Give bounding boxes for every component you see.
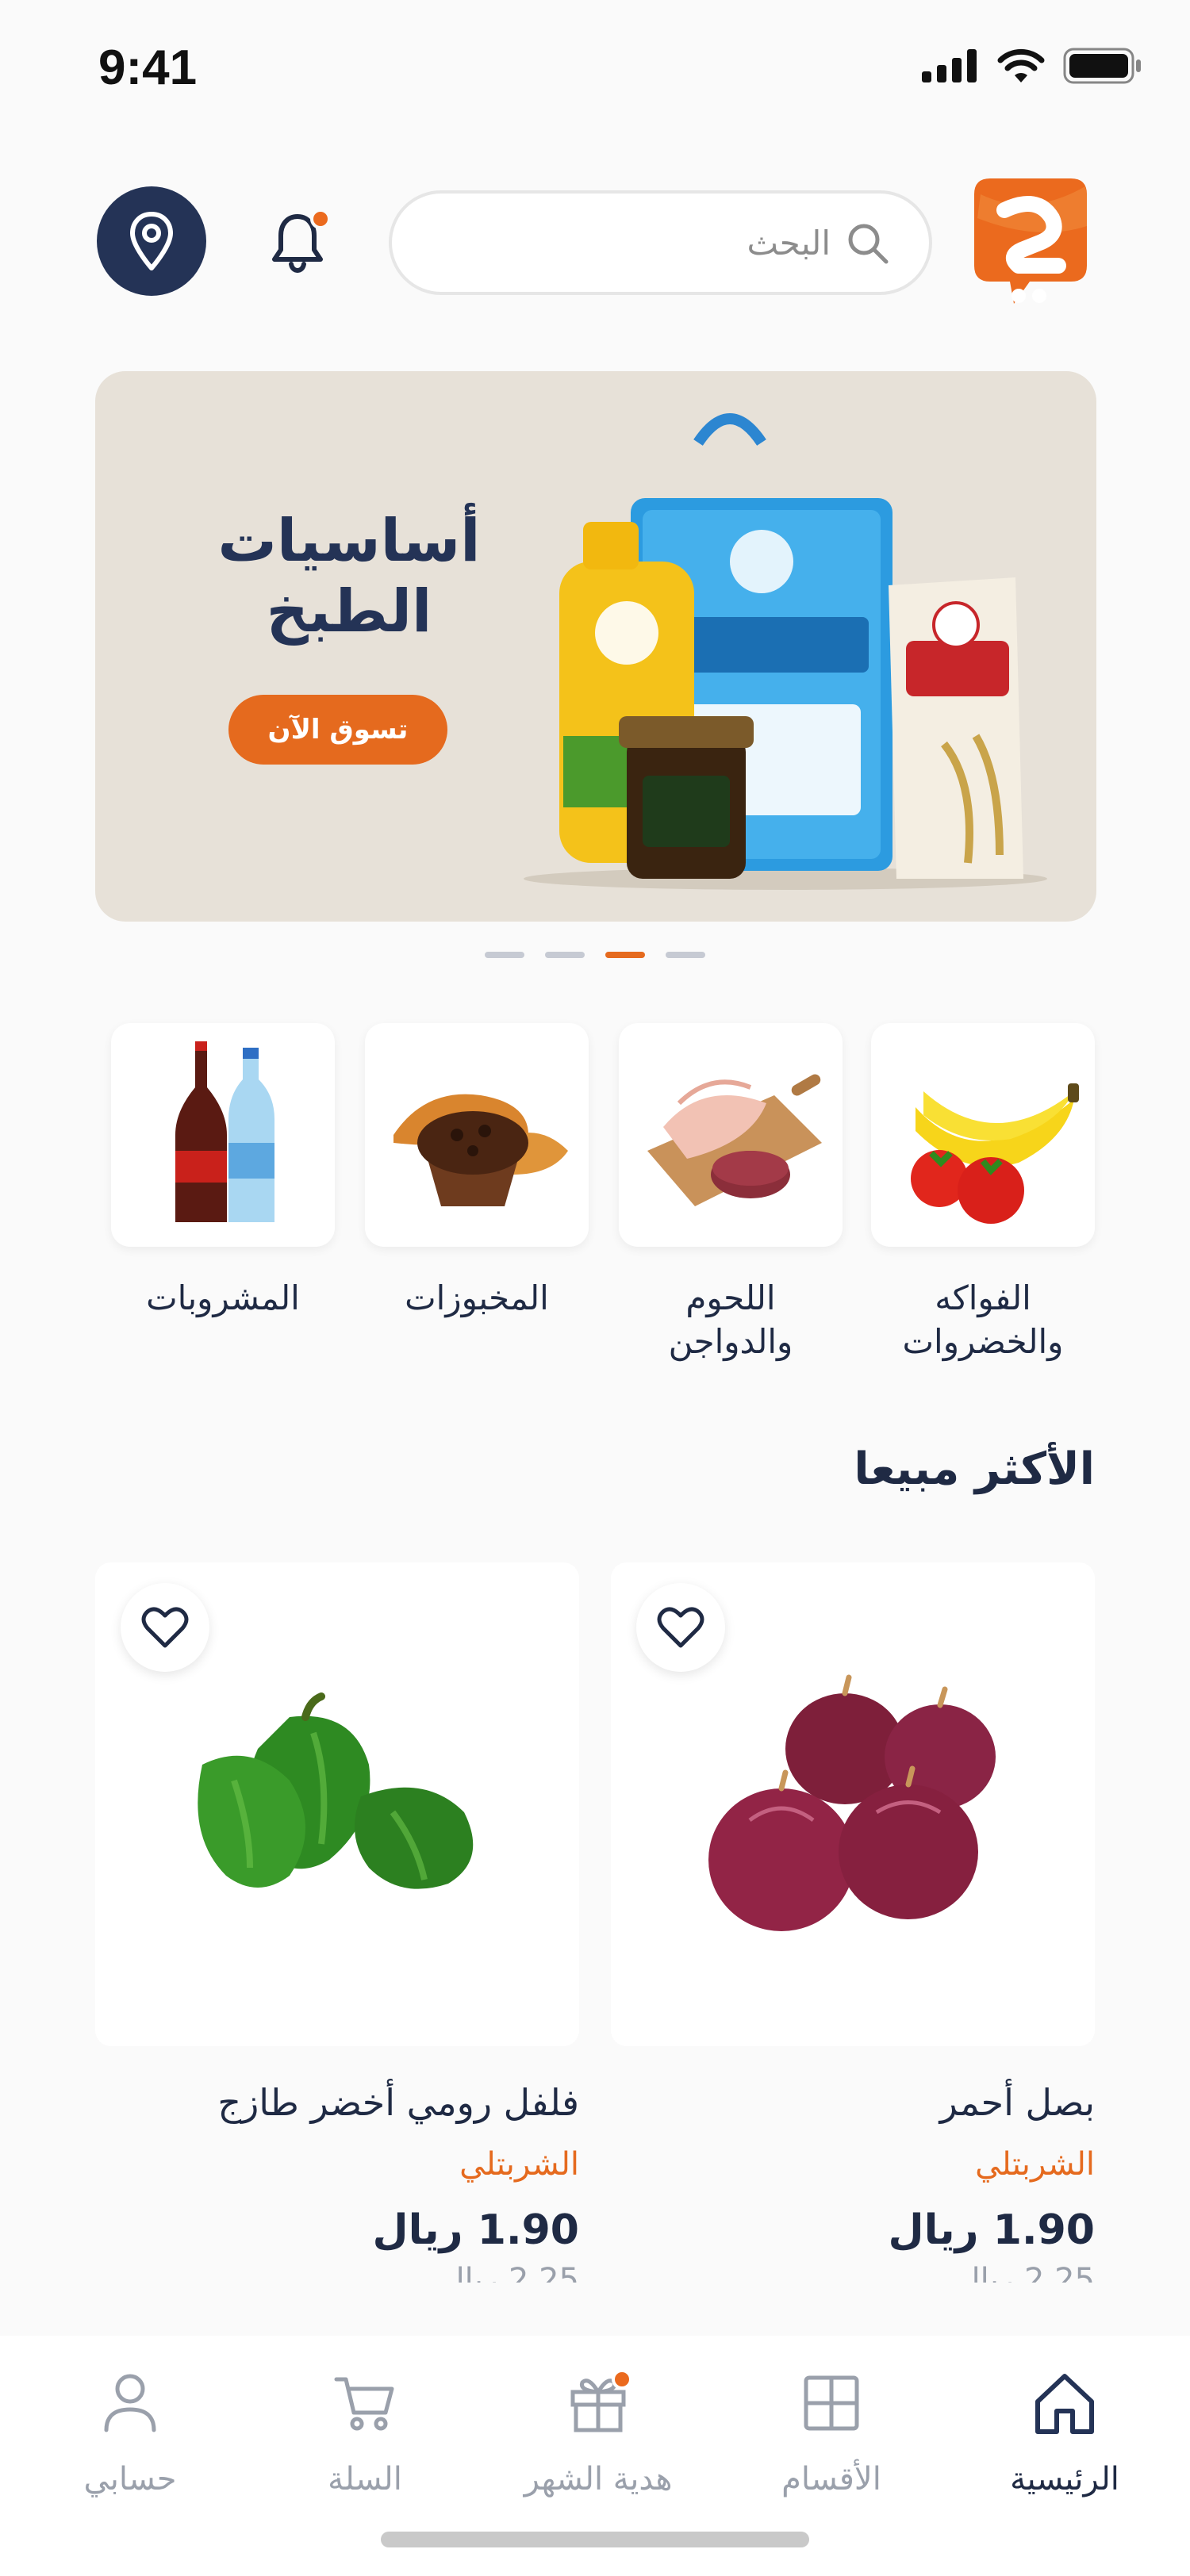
- status-bar: 9:41: [0, 0, 1190, 135]
- category-card[interactable]: [365, 1023, 589, 1247]
- cooking-essentials-image: [524, 413, 1047, 890]
- product-card[interactable]: فلفل رومي أخضر طازج الشربتلي 1.90 ريال 2…: [95, 1562, 579, 2283]
- search-bar[interactable]: [389, 190, 932, 295]
- status-icons: [922, 48, 1142, 84]
- home-indicator[interactable]: [381, 2532, 809, 2547]
- location-button[interactable]: [97, 186, 206, 296]
- category-meat-poultry[interactable]: اللحوم والدواجن: [619, 1023, 843, 1363]
- fruits-vegetables-image: [911, 1083, 1079, 1224]
- nav-categories[interactable]: الأقسام: [728, 2367, 935, 2497]
- green-pepper-image: [198, 1692, 474, 1889]
- product-image[interactable]: [95, 1562, 579, 2046]
- battery-icon: [1063, 48, 1141, 84]
- header: [0, 167, 1190, 317]
- nav-monthly-gift[interactable]: هدية الشهر: [495, 2367, 701, 2497]
- product-vendor[interactable]: الشربتلي: [611, 2146, 1095, 2183]
- user-icon: [104, 2374, 156, 2432]
- meat-poultry-image: [647, 1074, 822, 1206]
- product-name: فلفل رومي أخضر طازج: [217, 2081, 579, 2124]
- wifi-icon: [997, 48, 1045, 82]
- grid-icon: [804, 2375, 859, 2431]
- drinks-image: [175, 1041, 274, 1222]
- nav-icon-wrap: [94, 2367, 166, 2439]
- notifications-button[interactable]: [258, 202, 337, 282]
- heart-icon: [141, 1607, 189, 1648]
- product-card[interactable]: بصل أحمر الشربتلي 1.90 ريال 2.25 ريال: [611, 1562, 1095, 2283]
- product-old-price: 2.25 ريال: [441, 2262, 579, 2283]
- nav-label: الرئيسية: [1010, 2461, 1119, 2497]
- product-image[interactable]: [611, 1562, 1095, 2046]
- cart-icon: [334, 2377, 394, 2431]
- product-price: 1.90 ريال: [888, 2206, 1095, 2254]
- carousel-indicator: [0, 952, 1190, 958]
- carousel-dot[interactable]: [485, 952, 524, 958]
- product-name: بصل أحمر: [939, 2081, 1095, 2124]
- nav-icon-wrap: [329, 2367, 401, 2439]
- carousel-dot[interactable]: [545, 952, 585, 958]
- nav-label: الأقسام: [781, 2461, 881, 2497]
- favorite-button[interactable]: [636, 1583, 725, 1672]
- carousel-dot-active[interactable]: [605, 952, 645, 958]
- category-fruits-vegetables[interactable]: الفواكه والخضروات: [871, 1023, 1095, 1363]
- category-card[interactable]: [871, 1023, 1095, 1247]
- favorite-button[interactable]: [121, 1583, 209, 1672]
- cellular-signal-icon: [922, 49, 977, 82]
- home-icon: [1035, 2374, 1094, 2434]
- product-old-price: 2.25 ريال: [957, 2262, 1095, 2283]
- nav-icon-wrap: [1029, 2367, 1100, 2439]
- shop-now-button[interactable]: تسوق الآن: [228, 695, 447, 765]
- nav-label: السلة: [328, 2461, 402, 2497]
- red-onion-image: [708, 1674, 996, 1931]
- categories-row: الفواكه والخضروات اللحوم والدواجن المخبو…: [103, 1023, 1095, 1388]
- category-label: المخبوزات: [405, 1278, 549, 1317]
- search-icon: [848, 224, 889, 264]
- nav-cart[interactable]: السلة: [262, 2367, 468, 2497]
- carousel-dot[interactable]: [666, 952, 705, 958]
- category-drinks[interactable]: المشروبات: [111, 1023, 335, 1321]
- nav-label: حسابي: [83, 2461, 177, 2497]
- bakery-image: [393, 1094, 568, 1206]
- nav-icon-wrap: [562, 2367, 634, 2439]
- promo-banner[interactable]: أساسيات الطبخ تسوق الآن: [95, 371, 1096, 922]
- section-title-best-sellers: الأكثر مبيعا: [854, 1443, 1095, 1495]
- product-vendor[interactable]: الشربتلي: [95, 2146, 579, 2183]
- search-input[interactable]: [672, 223, 831, 263]
- nav-account[interactable]: حسابي: [27, 2367, 233, 2497]
- location-pin-icon: [130, 212, 173, 270]
- nav-home[interactable]: الرئيسية: [962, 2367, 1168, 2497]
- category-label: اللحوم والدواجن: [668, 1278, 793, 1361]
- notification-badge: [310, 209, 331, 229]
- category-label: الفواكه والخضروات: [902, 1278, 1064, 1361]
- gift-badge: [612, 2369, 632, 2390]
- category-card[interactable]: [619, 1023, 843, 1247]
- brand-logo: [974, 178, 1087, 304]
- nav-label: هدية الشهر: [524, 2461, 673, 2497]
- status-time: 9:41: [98, 40, 198, 95]
- product-price: 1.90 ريال: [372, 2206, 579, 2254]
- category-label: المشروبات: [146, 1278, 300, 1317]
- nav-icon-wrap: [796, 2367, 867, 2439]
- heart-icon: [657, 1607, 704, 1648]
- category-bakery[interactable]: المخبوزات: [365, 1023, 589, 1321]
- category-card[interactable]: [111, 1023, 335, 1247]
- banner-title: أساسيات الطبخ: [217, 507, 481, 646]
